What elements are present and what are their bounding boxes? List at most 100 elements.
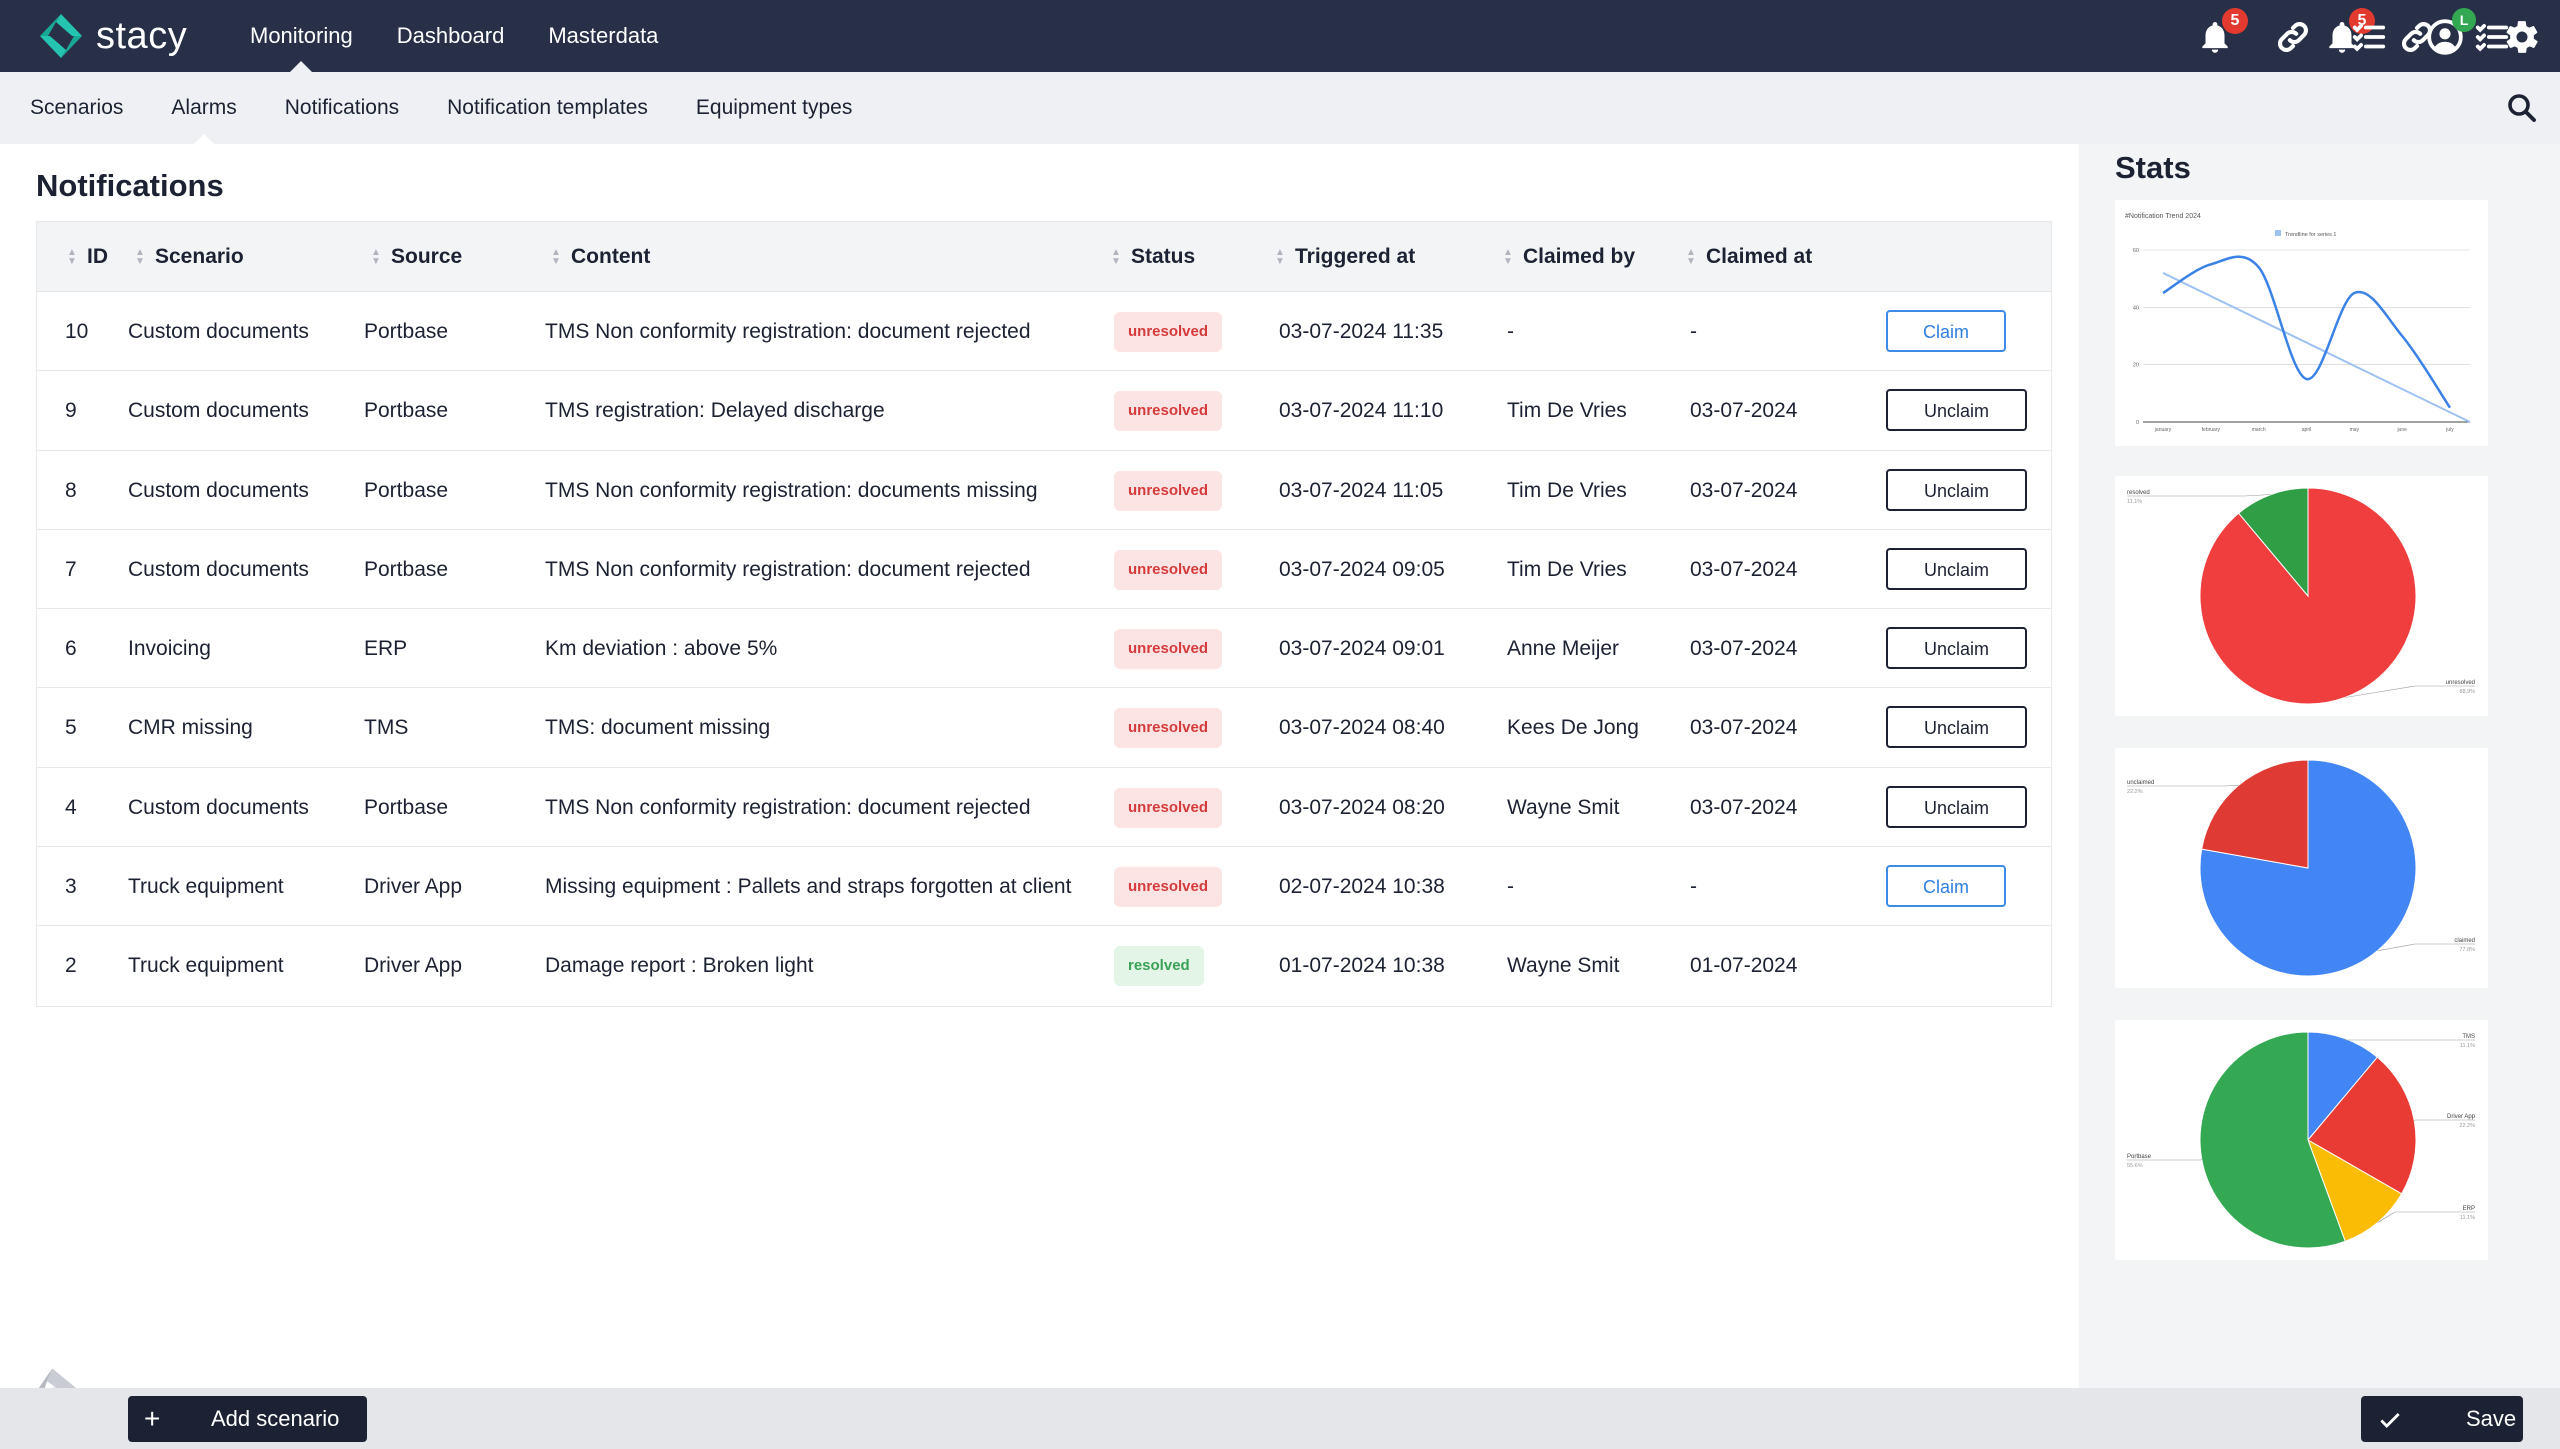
column-header-triggered-at[interactable]: ▲ ▼ Triggered at [1275,222,1415,292]
status-badge: unresolved [1114,312,1223,352]
cell-id: 7 [65,557,77,581]
status-badge: unresolved [1114,708,1223,749]
cell-id: 4 [65,795,77,819]
column-header-scenario[interactable]: ▲ ▼ Scenario [135,222,244,292]
table-row[interactable]: 2 Truck equipment Driver App Damage report … [37,926,2051,1005]
unclaim-button[interactable]: Unclaim [1886,547,2027,590]
cell-content: TMS Non conformity registration: documen… [545,795,1031,819]
x-tick-label: april [2302,427,2311,433]
pie-percent: 22.2% [2127,789,2143,795]
table-row[interactable]: 6 Invoicing ERP Km deviation : above 5% 03-0… [37,609,2051,689]
app-logo[interactable]: stacy [36,12,187,60]
column-label: Content [571,245,651,268]
cell-source: Driver App [364,875,463,899]
pie-percent: 88.9% [2459,689,2475,695]
pie-percent: 22.2% [2459,1123,2475,1129]
pie-leader-line [2224,784,2239,787]
status-badge: unresolved [1114,470,1223,511]
status-badge: unresolved [1114,787,1223,828]
cell-triggered: 03-07-2024 11:35 [1279,320,1444,343]
column-label: Scenario [155,245,244,268]
sub-nav-alarms[interactable]: Alarms [147,72,260,144]
sub-nav-scenarios[interactable]: Scenarios [6,72,147,144]
tasks-button[interactable] [2350,18,2388,56]
notification-trend-chart-card: #Notification Trend 2024 Trendline for se… [2115,200,2488,446]
column-header-content[interactable]: ▲ ▼ Content [551,222,650,292]
x-tick-label: march [2252,427,2266,433]
check-icon [2377,1396,2403,1442]
unclaim-button[interactable]: Unclaim [1886,627,2027,670]
pie-label: resolved [2127,490,2150,496]
unclaim-button[interactable]: Unclaim [1886,706,2027,749]
unclaim-button[interactable]: Unclaim [1886,468,2027,511]
checklist-icon [2352,24,2386,52]
pie-percent: 55.6% [2127,1163,2143,1169]
cell-id: 5 [65,716,77,740]
sub-nav-equipment-types[interactable]: Equipment types [672,72,876,144]
claimed-pie-chart-card: claimed 77.8% unclaimed 22.2% [2115,748,2488,988]
save-button[interactable]: Save [2361,1396,2523,1442]
sub-nav: Scenarios Alarms Notifications Notificat… [6,72,876,144]
column-header-claimed-at[interactable]: ▲ ▼ Claimed at [1686,222,1812,292]
main-nav-monitoring[interactable]: Monitoring [228,0,375,72]
claim-button[interactable]: Claim [1886,310,2006,352]
column-label: Claimed at [1706,245,1813,268]
sort-icon: ▲ ▼ [1275,247,1285,268]
status-badge: unresolved [1114,391,1223,432]
cell-claimed-by: Tim De Vries [1507,557,1627,581]
cell-source: Portbase [364,320,449,343]
table-row[interactable]: 8 Custom documents Portbase TMS Non conform… [37,451,2051,530]
main-nav-masterdata[interactable]: Masterdata [526,0,680,72]
status-badge: unresolved [1114,549,1223,590]
pie-label: Portbase [2127,1154,2152,1160]
notifications-count-badge: 5 [2222,8,2248,34]
pie-percent: 11.1% [2460,1215,2475,1221]
legend-swatch [2275,230,2281,236]
save-label: Save [2466,1406,2517,1431]
table-row[interactable]: 7 Custom documents Portbase TMS Non conform… [37,530,2051,610]
cell-claimed-by: - [1507,320,1514,343]
cell-triggered: 03-07-2024 11:10 [1279,399,1444,423]
pie-label: ERP [2463,1206,2475,1212]
legend-label: Trendline for series 1 [2285,232,2336,238]
unclaim-button[interactable]: Unclaim [1886,785,2027,828]
table-row[interactable]: 9 Custom documents Portbase TMS registratio… [37,371,2051,451]
stats-title: Stats [2115,150,2191,185]
cell-scenario: Custom documents [128,478,309,502]
y-tick-label: 0 [2136,420,2139,426]
pie-label: TMS [2462,1034,2475,1040]
cell-claimed-by: Anne Meijer [1507,637,1620,661]
pie-percent: 77.8% [2459,947,2475,953]
search-button[interactable] [2504,90,2540,126]
table-row[interactable]: 5 CMR missing TMS TMS: document missing 03-0… [37,688,2051,768]
unclaim-button[interactable]: Unclaim [1886,389,2027,432]
pie-percent: 11.1% [2127,499,2142,505]
sub-nav-notifications[interactable]: Notifications [261,72,423,144]
table-row[interactable]: 10 Custom documents Portbase TMS Non confor… [37,292,2051,372]
column-header-claimed-by[interactable]: ▲ ▼ Claimed by [1503,222,1635,292]
table-row[interactable]: 4 Custom documents Portbase TMS Non conform… [37,768,2051,848]
column-header-id[interactable]: ▲ ▼ ID [67,222,108,292]
cell-triggered: 03-07-2024 08:20 [1279,795,1445,819]
column-header-source[interactable]: ▲ ▼ Source [371,222,462,292]
sub-nav-notification-templates[interactable]: Notification templates [423,72,672,144]
notifications-bell[interactable]: 5 [2196,8,2248,56]
claim-button[interactable]: Claim [1886,865,2006,908]
column-header-status[interactable]: ▲ ▼ Status [1111,222,1195,292]
cell-content: TMS Non conformity registration: documen… [545,320,1031,343]
pie-percent: 11.1% [2460,1043,2475,1049]
status-pie-chart-card: unresolved 88.9% resolved 11.1% [2115,476,2488,716]
settings-button[interactable] [2503,18,2541,56]
cell-id: 10 [65,320,89,343]
main-nav-dashboard[interactable]: Dashboard [375,0,527,72]
column-label: Status [1131,245,1196,268]
user-account-button[interactable]: L [2426,8,2476,56]
add-scenario-button[interactable]: + Add scenario [128,1396,367,1442]
cell-scenario: Custom documents [128,399,309,423]
cell-content: Damage report : Broken light [545,954,814,978]
table-row[interactable]: 3 Truck equipment Driver App Missing equipm… [37,847,2051,927]
cell-claimed-at: 03-07-2024 [1690,399,1798,423]
user-status-badge: L [2452,8,2476,32]
x-tick-label: february [2202,427,2221,433]
links-button[interactable] [2274,18,2312,56]
